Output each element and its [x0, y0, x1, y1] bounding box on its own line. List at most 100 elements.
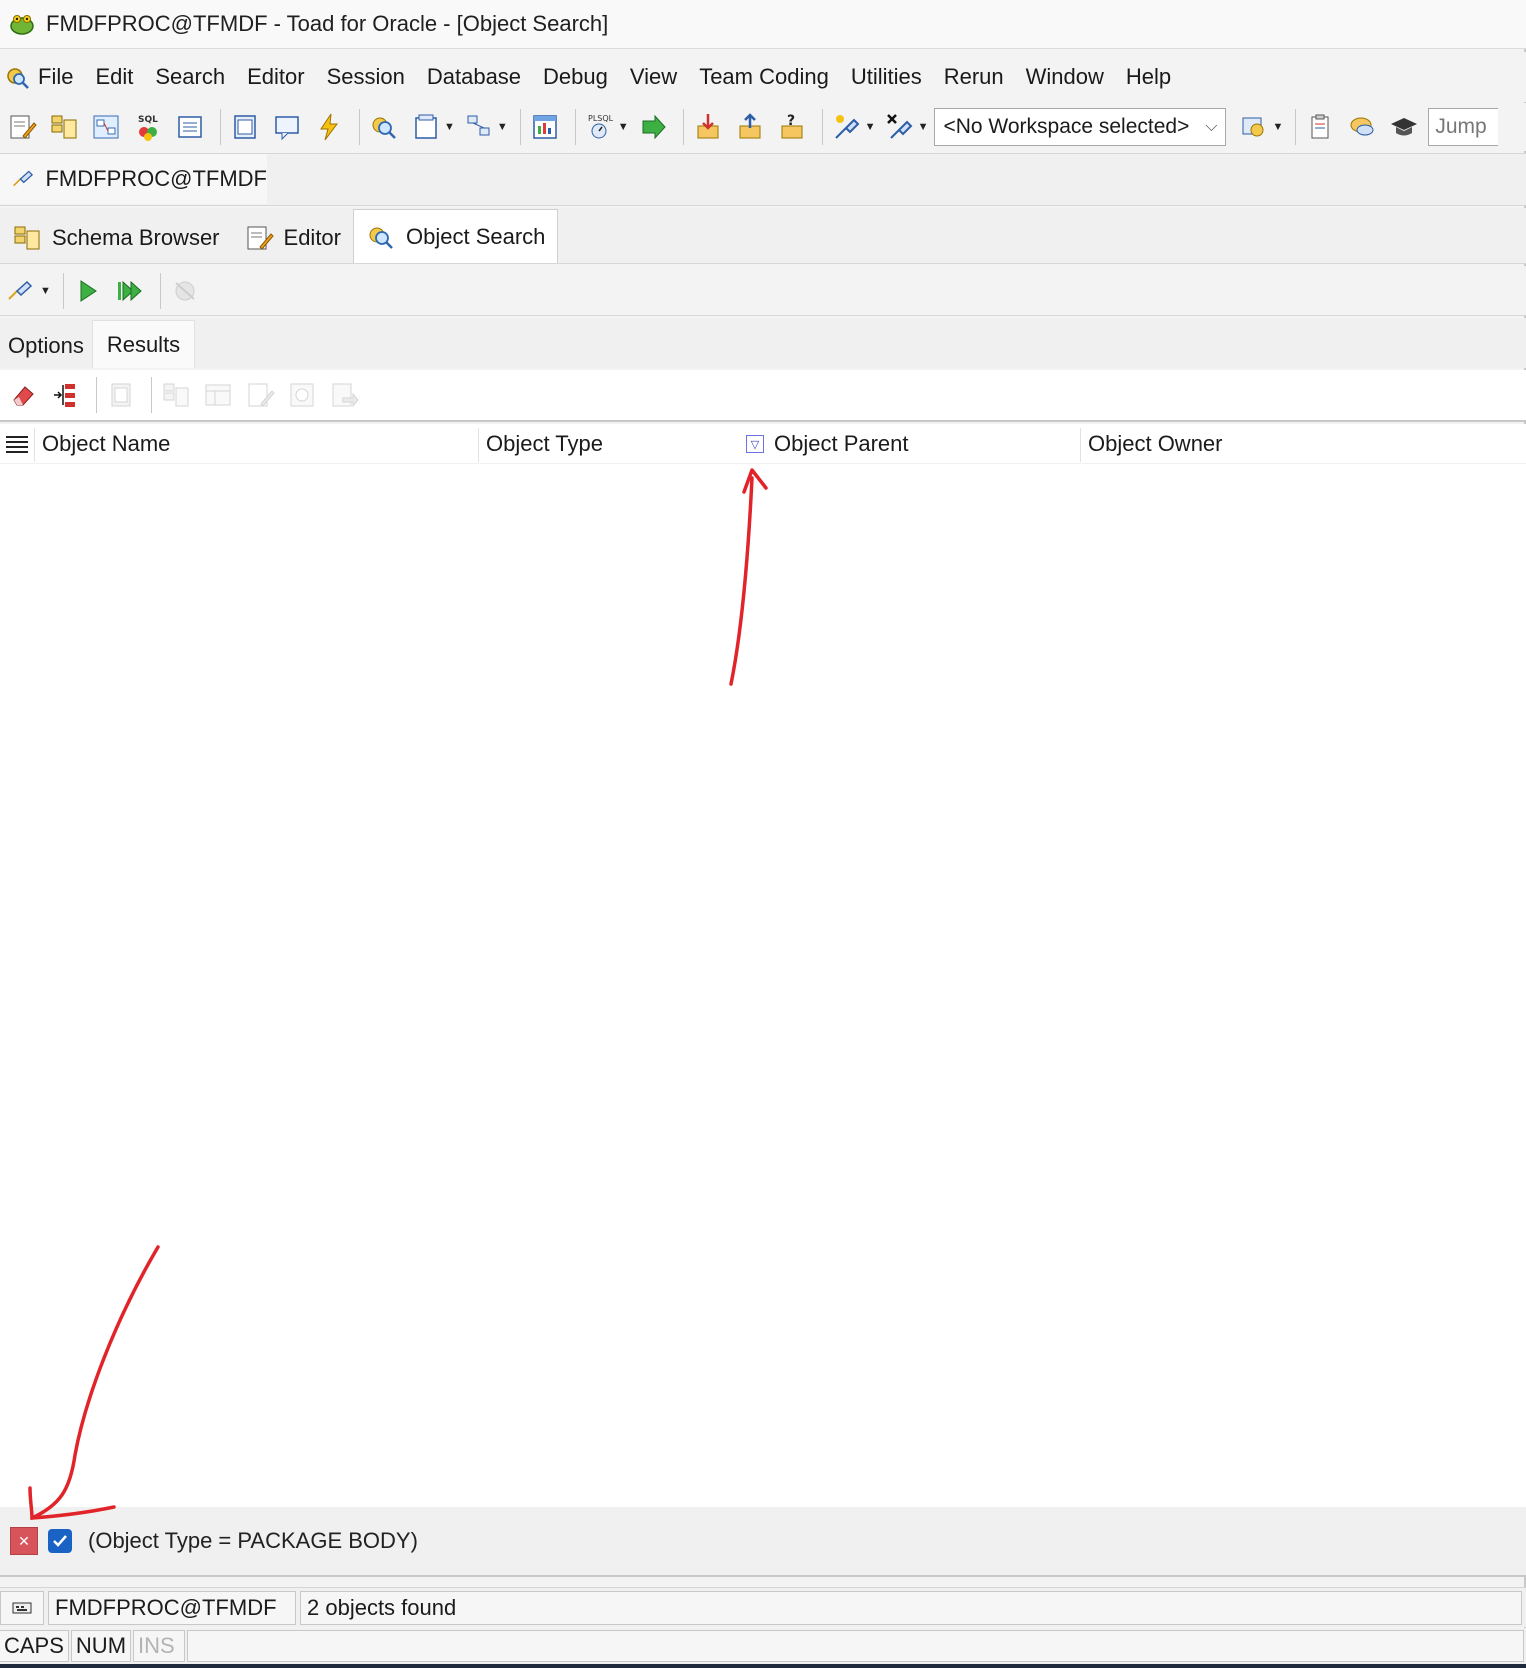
tab-label: Object Search — [406, 223, 546, 249]
object-search-icon[interactable] — [4, 64, 30, 90]
toolbar-separator — [574, 109, 576, 145]
query-data-icon[interactable]: ? — [774, 109, 810, 145]
menu-database[interactable]: Database — [427, 64, 521, 90]
results-grid[interactable]: Object Name Object Type ▽ Object Parent … — [0, 424, 1526, 1507]
column-header-object-owner[interactable]: Object Owner — [1088, 424, 1223, 464]
eraser-icon[interactable] — [6, 377, 42, 413]
network-icon[interactable] — [461, 109, 497, 145]
tab-schema-browser[interactable]: Schema Browser — [0, 213, 232, 263]
lightning-icon[interactable] — [311, 109, 347, 145]
connection-tab[interactable]: FMDFPROC@TFMDF — [0, 154, 267, 204]
menu-edit[interactable]: Edit — [95, 64, 133, 90]
menu-editor[interactable]: Editor — [247, 64, 304, 90]
tab-label: Schema Browser — [52, 225, 220, 250]
tab-results[interactable]: Results — [91, 320, 196, 368]
new-connection-icon[interactable] — [829, 109, 865, 145]
column-header-object-type[interactable]: Object Type — [486, 424, 603, 464]
new-editor-icon[interactable] — [4, 109, 40, 145]
tab-label: Editor — [283, 225, 341, 250]
chevron-down-icon[interactable]: ▼ — [40, 285, 51, 297]
main-toolbar: SQL ▼ ▼ PLSQL ▼ ? ▼ ▼ <No Workspace sele… — [0, 103, 1526, 151]
keyboard-status-cell — [0, 1590, 44, 1625]
report-icon[interactable] — [527, 109, 563, 145]
chevron-down-icon[interactable]: ▼ — [918, 121, 929, 133]
toad-window: FMDFPROC@TFMDF - Toad for Oracle - [Obje… — [0, 0, 1526, 1668]
script-icon — [326, 377, 362, 413]
graduation-cap-icon[interactable] — [1386, 109, 1422, 145]
schema-browser-icon — [14, 226, 40, 250]
results-toolbar — [0, 370, 1526, 422]
menu-team-coding[interactable]: Team Coding — [699, 64, 829, 90]
toolbar-separator — [519, 109, 521, 145]
run-script-icon[interactable] — [635, 109, 671, 145]
menu-search[interactable]: Search — [155, 64, 225, 90]
chevron-down-icon[interactable]: ▼ — [444, 121, 455, 133]
svg-text:SQL: SQL — [138, 115, 158, 125]
menu-session[interactable]: Session — [327, 64, 405, 90]
title-bar: FMDFPROC@TFMDF - Toad for Oracle - [Obje… — [0, 0, 1526, 49]
list-icon — [6, 436, 28, 453]
workspace-select-value: <No Workspace selected> — [943, 115, 1190, 138]
ins-indicator: INS — [133, 1630, 186, 1662]
column-chooser[interactable] — [6, 424, 28, 464]
workspace-select[interactable]: <No Workspace selected> ⌵ — [934, 108, 1227, 146]
sql-recall-icon[interactable] — [172, 109, 208, 145]
chevron-down-icon[interactable]: ▼ — [618, 121, 629, 133]
column-header-label: Object Parent — [774, 431, 909, 456]
chat-icon[interactable] — [1344, 109, 1380, 145]
stop-execution-icon — [167, 273, 203, 309]
chevron-down-icon[interactable]: ▼ — [497, 121, 508, 133]
plsql-profiler-icon[interactable]: PLSQL — [582, 109, 618, 145]
toolbar-separator — [220, 109, 221, 145]
export-icon[interactable] — [732, 109, 768, 145]
table-icon — [200, 377, 236, 413]
status-empty-cell — [187, 1630, 1524, 1662]
column-header-object-parent[interactable]: ▽ Object Parent — [746, 424, 909, 464]
schema-browser-icon[interactable] — [46, 109, 82, 145]
expand-tree-icon[interactable] — [48, 377, 84, 413]
close-icon: ✕ — [18, 1532, 30, 1549]
window-icon[interactable] — [227, 109, 263, 145]
clipboard-icon[interactable] — [1302, 109, 1338, 145]
object-search-icon — [369, 227, 393, 249]
er-diagram-icon[interactable] — [88, 109, 124, 145]
connection-icon — [13, 170, 34, 187]
tab-editor[interactable]: Editor — [232, 213, 353, 263]
chevron-down-icon[interactable]: ▼ — [865, 121, 876, 133]
message-icon[interactable] — [269, 109, 305, 145]
column-header-object-name[interactable]: Object Name — [42, 424, 170, 464]
menu-bar: File Edit Search Editor Session Database… — [0, 52, 1526, 102]
sql-modeler-icon[interactable]: SQL — [130, 109, 166, 145]
status-bar: FMDFPROC@TFMDF 2 objects found — [0, 1587, 1526, 1627]
menu-help[interactable]: Help — [1126, 64, 1171, 90]
workspace-icon[interactable] — [1236, 109, 1272, 145]
tab-object-search[interactable]: Object Search — [353, 209, 559, 263]
clear-filter-button[interactable]: ✕ — [10, 1527, 38, 1555]
chevron-down-icon[interactable]: ▼ — [1272, 121, 1283, 133]
menu-rerun[interactable]: Rerun — [944, 64, 1004, 90]
execute-icon[interactable] — [70, 273, 106, 309]
grid-body[interactable] — [0, 465, 1526, 1507]
close-connection-icon[interactable] — [882, 109, 918, 145]
menu-file[interactable]: File — [38, 64, 73, 90]
window-bottom-edge — [0, 1664, 1526, 1668]
grid-header: Object Name Object Type ▽ Object Parent … — [0, 424, 1526, 464]
filter-icon[interactable]: ▽ — [746, 435, 764, 453]
connection-icon[interactable] — [4, 273, 40, 309]
menu-window[interactable]: Window — [1026, 64, 1104, 90]
object-search-icon[interactable] — [366, 109, 402, 145]
filter-expression[interactable]: (Object Type = PACKAGE BODY) — [88, 1528, 418, 1554]
filter-enabled-checkbox[interactable] — [48, 1529, 72, 1553]
tab-options[interactable]: Options — [0, 324, 92, 368]
execute-all-icon[interactable] — [112, 273, 148, 309]
chevron-down-icon: ⌵ — [1205, 118, 1218, 135]
status-result-count: 2 objects found — [300, 1590, 1522, 1625]
menu-view[interactable]: View — [630, 64, 677, 90]
toolbar-separator — [159, 272, 161, 309]
menu-utilities[interactable]: Utilities — [851, 64, 922, 90]
import-icon[interactable] — [690, 109, 726, 145]
project-manager-icon[interactable] — [408, 109, 444, 145]
jump-search-input[interactable]: Jump — [1428, 108, 1499, 146]
menu-debug[interactable]: Debug — [543, 64, 608, 90]
svg-text:PLSQL: PLSQL — [588, 114, 614, 123]
